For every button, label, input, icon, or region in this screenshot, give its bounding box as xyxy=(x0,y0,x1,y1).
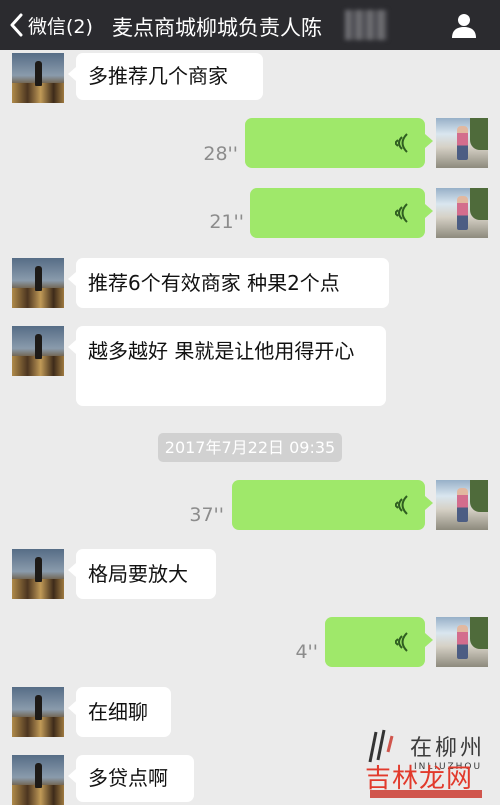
chat-title: 麦点商城柳城负责人陈 xyxy=(112,16,322,40)
person-icon[interactable] xyxy=(450,11,478,39)
voice-duration: 21'' xyxy=(209,211,244,233)
voice-icon xyxy=(395,495,408,515)
voice-message[interactable] xyxy=(250,188,433,238)
contact-avatar[interactable] xyxy=(12,755,64,805)
contact-avatar[interactable] xyxy=(12,326,64,376)
contact-avatar[interactable] xyxy=(12,687,64,737)
voice-message[interactable] xyxy=(232,480,433,530)
voice-icon xyxy=(395,203,408,223)
timestamp: 2017年7月22日 09:35 xyxy=(158,433,342,462)
chat-header: 微信(2) 麦点商城柳城负责人陈 xyxy=(0,0,500,50)
my-avatar[interactable] xyxy=(436,617,488,667)
back-label: 微信(2) xyxy=(28,15,93,38)
my-avatar[interactable] xyxy=(436,188,488,238)
message-bubble[interactable]: 越多越好 果就是让他用得开心 xyxy=(68,326,386,406)
message-bubble[interactable]: 多贷点啊 xyxy=(68,755,194,802)
voice-duration: 4'' xyxy=(295,641,318,663)
message-bubble[interactable]: 格局要放大 xyxy=(68,549,216,599)
watermark-brand: 吉林龙网 xyxy=(365,764,474,794)
voice-icon xyxy=(395,632,408,652)
voice-icon xyxy=(395,133,408,153)
title-redaction xyxy=(345,10,387,40)
chevron-left-icon xyxy=(10,13,23,37)
my-avatar[interactable] xyxy=(436,480,488,530)
message-bubble[interactable]: 多推荐几个商家 xyxy=(68,53,263,100)
back-button[interactable]: 微信(2) xyxy=(10,8,93,42)
my-avatar[interactable] xyxy=(436,118,488,168)
message-bubble[interactable]: 在细聊 xyxy=(68,687,171,737)
voice-message[interactable] xyxy=(245,118,433,168)
message-bubble[interactable]: 推荐6个有效商家 种果2个点 xyxy=(68,258,389,308)
voice-duration: 28'' xyxy=(203,143,238,165)
contact-avatar[interactable] xyxy=(12,53,64,103)
voice-duration: 37'' xyxy=(189,504,224,526)
site-watermark: 在柳州 INLIUZHOU 吉林龙网 xyxy=(360,722,490,802)
voice-message[interactable] xyxy=(325,617,433,667)
contact-avatar[interactable] xyxy=(12,258,64,308)
contact-avatar[interactable] xyxy=(12,549,64,599)
